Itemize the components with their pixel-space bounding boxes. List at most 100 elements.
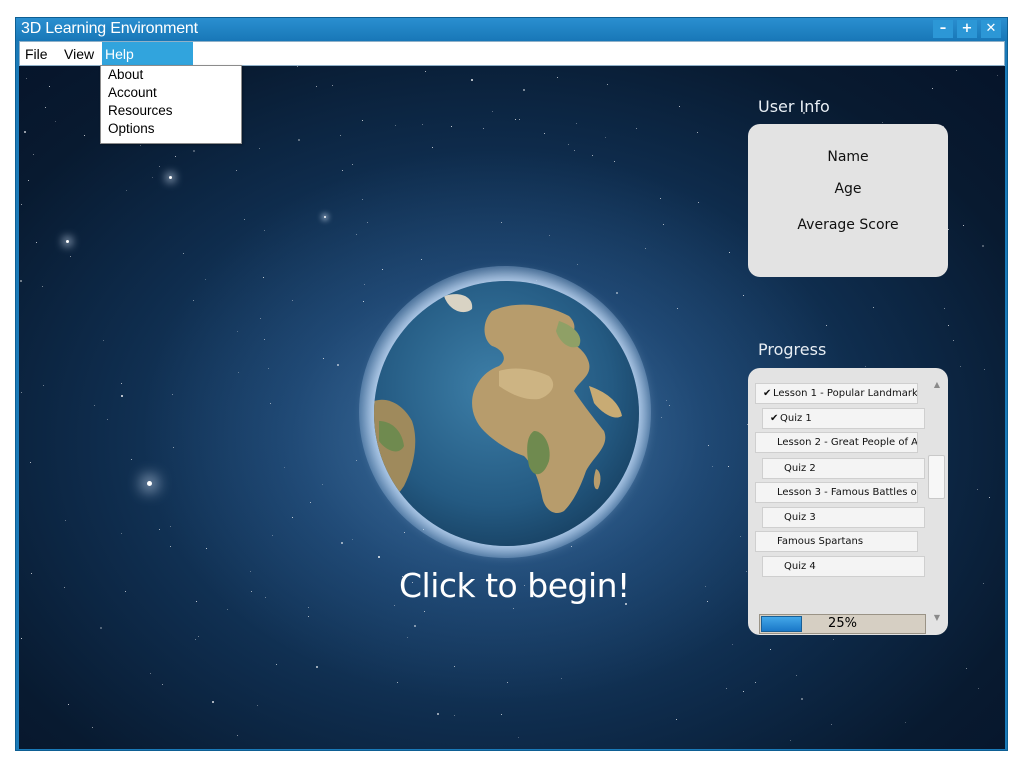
menu-item-account[interactable]: Account: [108, 85, 157, 100]
scrollbar-thumb[interactable]: [928, 455, 945, 499]
star: [352, 164, 353, 165]
star: [292, 517, 293, 518]
user-info-title: User Info: [758, 97, 830, 116]
star: [801, 698, 803, 700]
star: [316, 666, 318, 668]
star: [268, 368, 269, 369]
star: [237, 331, 238, 332]
star: [125, 591, 126, 592]
star: [121, 533, 122, 534]
star: [363, 301, 364, 302]
maximize-icon[interactable]: +: [957, 20, 977, 38]
star: [669, 405, 670, 406]
star: [28, 180, 29, 181]
star: [833, 639, 834, 640]
progress-item-label: Quiz 2: [784, 463, 816, 474]
star: [437, 713, 439, 715]
star: [614, 161, 615, 162]
star: [677, 308, 678, 309]
star: [451, 126, 452, 127]
progress-item-label: Quiz 4: [784, 561, 816, 572]
star: [131, 459, 132, 460]
progress-item[interactable]: Quiz 2: [762, 458, 925, 479]
star: [362, 120, 363, 121]
window-title: 3D Learning Environment: [21, 20, 198, 37]
star: [513, 608, 514, 609]
star: [100, 627, 102, 629]
bright-star: [169, 176, 172, 179]
star: [36, 242, 37, 243]
star: [905, 722, 906, 723]
menu-view[interactable]: View: [64, 46, 94, 64]
star: [666, 400, 667, 401]
progress-card: ✔ Lesson 1 - Popular Landmark... ✔ Quiz 1 …: [748, 368, 948, 635]
star: [432, 147, 433, 148]
title-bar[interactable]: 3D Learning Environment – + ✕: [16, 18, 1007, 41]
progress-item[interactable]: Lesson 2 - Great People of A...: [755, 432, 918, 453]
star: [367, 222, 368, 223]
star: [770, 649, 771, 650]
scroll-down-icon[interactable]: ▼: [931, 613, 943, 623]
progress-item[interactable]: Lesson 3 - Famous Battles o...: [755, 482, 918, 503]
scroll-up-icon[interactable]: ▲: [931, 380, 943, 390]
star: [932, 88, 933, 89]
close-icon[interactable]: ✕: [981, 20, 1001, 38]
star: [421, 259, 422, 260]
minimize-icon[interactable]: –: [933, 20, 953, 38]
star: [263, 277, 264, 278]
scene-viewport[interactable]: Click to begin! User Info Name Age Avera…: [19, 66, 1005, 749]
star: [244, 219, 245, 220]
star: [264, 230, 265, 231]
star: [873, 307, 874, 308]
menu-file[interactable]: File: [25, 46, 48, 64]
user-age-label: Age: [834, 181, 862, 197]
star: [284, 467, 285, 468]
progress-item[interactable]: ✔ Quiz 1: [762, 408, 925, 429]
star: [948, 229, 949, 230]
star: [64, 587, 65, 588]
star: [492, 111, 493, 112]
progress-percent: 25%: [828, 616, 857, 631]
progress-item-label: Quiz 1: [780, 413, 812, 424]
star: [236, 170, 237, 171]
star: [316, 86, 317, 87]
star: [352, 539, 353, 540]
menu-help[interactable]: Help: [105, 46, 134, 64]
progress-item[interactable]: Quiz 3: [762, 507, 925, 528]
star: [126, 190, 127, 191]
star: [707, 601, 708, 602]
star: [362, 199, 363, 200]
star: [549, 235, 550, 236]
star: [404, 532, 405, 533]
star: [21, 204, 22, 205]
star: [162, 684, 163, 685]
star: [183, 253, 184, 254]
star: [743, 295, 744, 296]
star: [483, 128, 484, 129]
star: [576, 123, 577, 124]
star: [103, 340, 104, 341]
progress-item[interactable]: Quiz 4: [762, 556, 925, 577]
star: [676, 719, 677, 720]
star: [454, 666, 455, 667]
star: [212, 701, 214, 703]
star: [31, 573, 32, 574]
star: [561, 678, 562, 679]
star: [195, 639, 196, 640]
star: [150, 673, 151, 674]
star: [21, 392, 22, 393]
star: [193, 300, 194, 301]
star: [310, 502, 311, 503]
star: [107, 419, 108, 420]
star: [557, 77, 558, 78]
star: [712, 466, 713, 467]
click-to-begin[interactable]: Click to begin!: [399, 566, 630, 605]
progress-item[interactable]: Famous Spartans: [755, 531, 918, 552]
menu-item-options[interactable]: Options: [108, 121, 155, 136]
progress-item[interactable]: ✔ Lesson 1 - Popular Landmark...: [755, 383, 918, 404]
star: [341, 542, 343, 544]
star: [944, 308, 945, 309]
menu-item-about[interactable]: About: [108, 67, 143, 82]
globe[interactable]: [374, 281, 639, 546]
menu-item-resources[interactable]: Resources: [108, 103, 173, 118]
